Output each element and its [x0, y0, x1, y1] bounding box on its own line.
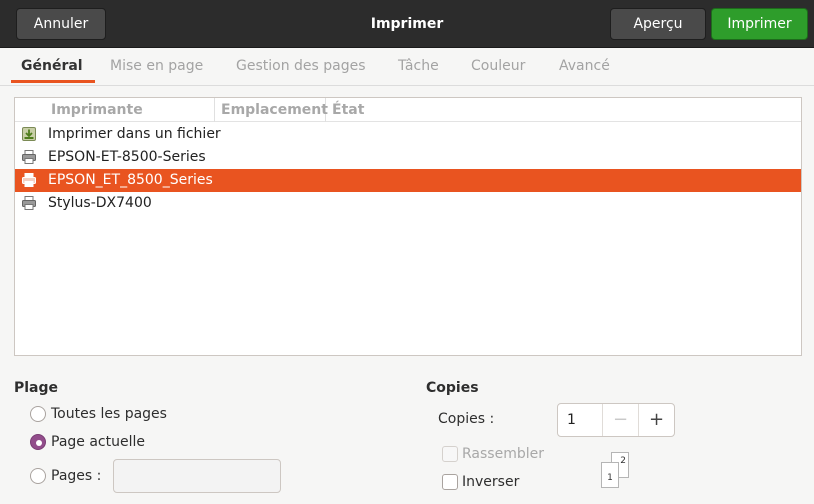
radio-button-checked[interactable]: [30, 434, 46, 450]
tab-color[interactable]: Couleur: [471, 48, 525, 86]
range-section-title: Plage: [14, 380, 59, 396]
printer-list[interactable]: Imprimante Emplacement État Imprimer dan…: [14, 97, 802, 356]
reverse-checkbox-row[interactable]: Inverser: [442, 473, 519, 491]
reverse-label: Inverser: [462, 474, 520, 490]
radio-pages[interactable]: Pages :: [30, 466, 101, 486]
radio-label: Page actuelle: [51, 434, 145, 450]
print-button[interactable]: Imprimer: [711, 8, 808, 40]
collate-pages-icon: 2 1: [600, 450, 634, 490]
tab-job[interactable]: Tâche: [398, 48, 439, 86]
tab-page-handling[interactable]: Gestion des pages: [236, 48, 366, 86]
printer-row[interactable]: Imprimer dans un fichier: [15, 123, 801, 146]
radio-current-page[interactable]: Page actuelle: [30, 432, 145, 452]
printer-row[interactable]: EPSON-ET-8500-Series: [15, 146, 801, 169]
printer-row-selected[interactable]: EPSON_ET_8500_Series: [15, 169, 801, 192]
list-header: Imprimante Emplacement État: [15, 98, 801, 122]
tab-advanced[interactable]: Avancé: [559, 48, 610, 86]
printer-name: EPSON-ET-8500-Series: [48, 149, 206, 165]
column-header-state[interactable]: État: [326, 98, 426, 122]
radio-button[interactable]: [30, 406, 46, 422]
radio-label: Toutes les pages: [51, 406, 167, 422]
printer-name: Imprimer dans un fichier: [48, 126, 221, 142]
column-header-location[interactable]: Emplacement: [215, 98, 328, 122]
copies-section-title: Copies: [426, 380, 479, 396]
page-sheet-1: 1: [601, 462, 619, 488]
print-to-file-icon: [21, 126, 37, 142]
collate-checkbox-row[interactable]: Rassembler: [442, 445, 544, 463]
header-bar: Imprimer Annuler Aperçu Imprimer: [0, 0, 814, 48]
printer-name: EPSON_ET_8500_Series: [48, 172, 213, 188]
decrement-button[interactable]: −: [602, 404, 638, 436]
increment-button[interactable]: +: [638, 404, 674, 436]
collate-checkbox[interactable]: [442, 446, 458, 462]
tab-general[interactable]: Général: [11, 48, 95, 86]
tab-divider: [0, 85, 814, 86]
printer-name: Stylus-DX7400: [48, 195, 152, 211]
collate-label: Rassembler: [462, 446, 544, 462]
printer-icon: [21, 195, 37, 211]
preview-button[interactable]: Aperçu: [610, 8, 706, 40]
copies-value[interactable]: 1: [567, 404, 576, 436]
printer-icon: [21, 149, 37, 165]
cancel-button[interactable]: Annuler: [16, 8, 106, 40]
copies-stepper[interactable]: 1 − +: [557, 403, 675, 437]
tab-bar: Général Mise en page Gestion des pages T…: [0, 48, 814, 86]
radio-button[interactable]: [30, 468, 46, 484]
radio-all-pages[interactable]: Toutes les pages: [30, 404, 167, 424]
column-header-printer[interactable]: Imprimante: [45, 98, 215, 122]
reverse-checkbox[interactable]: [442, 474, 458, 490]
printer-icon: [21, 172, 37, 188]
pages-input[interactable]: [113, 459, 281, 493]
copies-label: Copies :: [438, 411, 495, 427]
radio-label: Pages :: [51, 468, 102, 484]
printer-row[interactable]: Stylus-DX7400: [15, 192, 801, 215]
tab-page-setup[interactable]: Mise en page: [110, 48, 203, 86]
